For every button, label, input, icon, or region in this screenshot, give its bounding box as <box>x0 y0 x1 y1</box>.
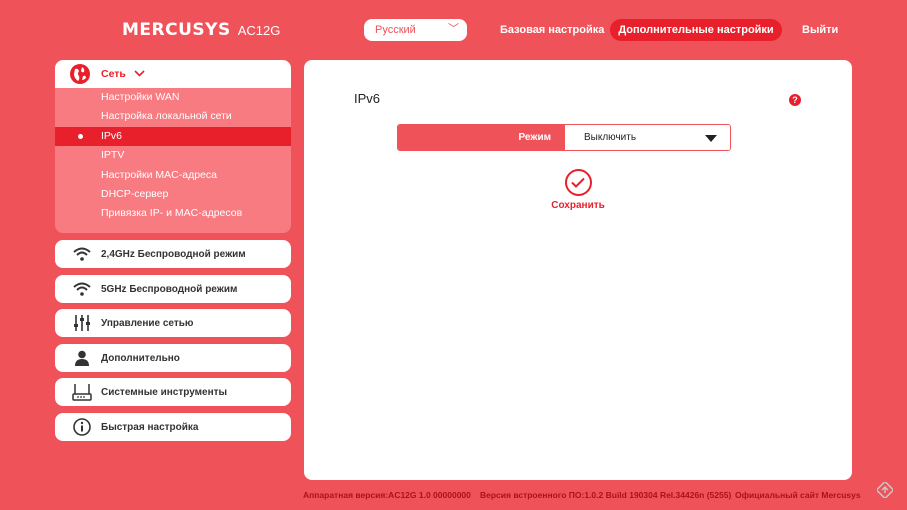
globe-icon <box>69 63 91 85</box>
save-label: Сохранить <box>551 200 605 211</box>
sidebar-subitem-lan[interactable]: Настройка локальной сети <box>55 107 291 126</box>
info-icon <box>72 417 92 437</box>
chevron-down-icon <box>134 69 145 80</box>
wifi-icon <box>72 279 92 299</box>
sidebar-subitem-wan[interactable]: Настройки WAN <box>55 88 291 107</box>
sidebar-item-label: Дополнительно <box>101 352 180 364</box>
sidebar-item-label: Сеть <box>101 68 126 80</box>
sidebar-subitem-iptv[interactable]: IPTV <box>55 146 291 165</box>
mode-select[interactable]: Выключить <box>565 125 730 150</box>
sidebar-subitem-dhcp[interactable]: DHCP-сервер <box>55 185 291 204</box>
sidebar-item-quick-setup[interactable]: Быстрая настройка <box>55 413 291 441</box>
nav-basic-settings[interactable]: Базовая настройка <box>490 19 614 41</box>
footer-firmware-version: Версия встроенного ПО:1.0.2 Build 190304… <box>480 490 732 500</box>
checkmark-icon <box>564 169 592 196</box>
content-panel: IPv6 ? Режим Выключить Сохранить <box>304 60 852 480</box>
back-to-top-icon[interactable] <box>875 480 895 500</box>
footer-official-site-link[interactable]: Официальный сайт Mercusys <box>735 490 861 500</box>
brand-name: MERCUSYS <box>122 20 231 40</box>
nav-advanced-settings[interactable]: Дополнительные настройки <box>610 19 782 41</box>
sidebar-group-network: Сеть Настройки WAN Настройка локальной с… <box>55 60 291 233</box>
chevron-down-icon: ﹀ <box>448 23 459 35</box>
mode-select-value: Выключить <box>584 132 637 143</box>
sidebar-item-label: Быстрая настройка <box>101 421 199 433</box>
sidebar-subitem-ipv6[interactable]: IPv6 <box>55 126 291 147</box>
mode-row: Режим Выключить <box>397 124 731 151</box>
logout-button[interactable]: Выйти <box>794 19 846 41</box>
footer-hardware-version: Аппаратная версия:AC12G 1.0 00000000 <box>303 490 471 500</box>
sidebar-subitem-mac[interactable]: Настройки MAC-адреса <box>55 166 291 185</box>
sidebar-subitem-ip-mac-binding[interactable]: Привязка IP- и MAC-адресов <box>55 204 291 223</box>
language-select[interactable]: Русский ﹀ <box>364 19 467 41</box>
wifi-icon <box>72 244 92 264</box>
sidebar-item-label: Системные инструменты <box>101 386 228 398</box>
mode-label: Режим <box>398 125 565 150</box>
page-title: IPv6 <box>354 91 381 106</box>
user-icon <box>72 348 92 368</box>
sidebar-item-network[interactable]: Сеть <box>55 60 291 88</box>
sidebar-item-label: Управление сетью <box>101 317 194 329</box>
help-icon[interactable]: ? <box>789 94 801 106</box>
router-icon <box>72 382 92 402</box>
sliders-icon <box>72 313 92 333</box>
sidebar-item-system-tools[interactable]: Системные инструменты <box>55 378 291 406</box>
brand-logo: MERCUSYS AC12G <box>122 20 280 40</box>
sidebar-item-label: 2,4GHz Беспроводной режим <box>101 248 246 260</box>
sidebar-item-advanced[interactable]: Дополнительно <box>55 344 291 372</box>
sidebar-item-label: 5GHz Беспроводной режим <box>101 283 238 295</box>
model-name: AC12G <box>237 23 281 38</box>
sidebar-item-wireless-24[interactable]: 2,4GHz Беспроводной режим <box>55 240 291 268</box>
save-button[interactable]: Сохранить <box>548 169 608 211</box>
caret-down-icon <box>705 135 717 142</box>
sidebar-item-network-control[interactable]: Управление сетью <box>55 309 291 337</box>
sidebar-item-wireless-5[interactable]: 5GHz Беспроводной режим <box>55 275 291 303</box>
language-value: Русский <box>375 24 416 36</box>
